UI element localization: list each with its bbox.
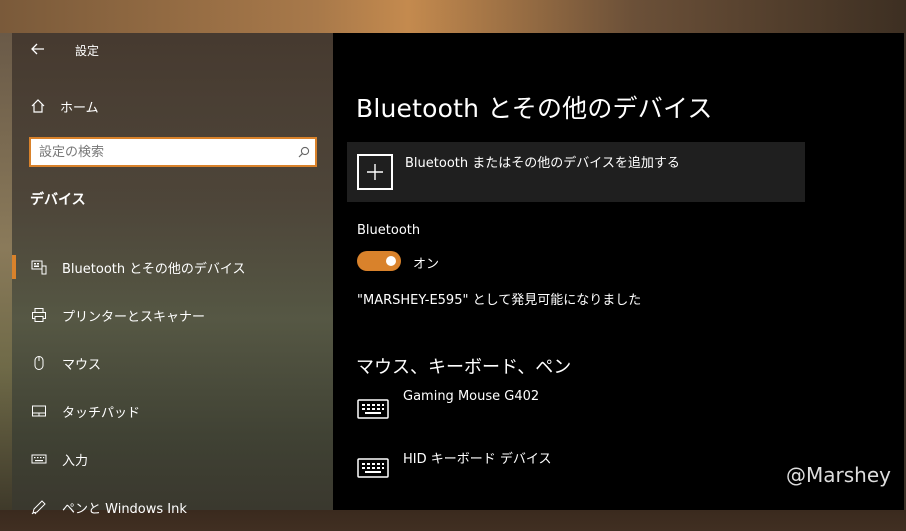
home-icon [31,99,45,113]
back-arrow-icon [31,43,44,55]
keyboard-icon [30,450,48,468]
watermark: @Marshey [786,463,891,487]
search-box[interactable] [29,137,317,167]
sidebar-item-label: 入力 [62,453,89,469]
sidebar-item-label: マウス [62,357,102,373]
search-icon[interactable] [293,146,315,158]
sidebar-item-label: Bluetooth とその他のデバイス [62,261,246,277]
toggle-knob [386,256,396,266]
sidebar-item-label: ホーム [60,100,99,116]
app-title: 設定 [75,44,100,58]
settings-window: 設定 ホーム デバイス [12,33,904,517]
toggle-state-label: オン [413,257,440,272]
sidebar-item-printers[interactable]: プリンターとスキャナー [12,291,333,339]
device-group-title: マウス、キーボード、ペン [356,357,572,378]
discoverable-status: "MARSHEY-E595" として発見可能になりました [357,293,642,308]
mouse-icon [30,354,48,372]
section-title: デバイス [30,192,86,208]
keyboard-icon [357,458,389,478]
desktop-wallpaper-edge [0,33,12,510]
device-item[interactable]: Gaming Mouse G402 [357,389,539,421]
touchpad-icon [30,402,48,420]
sidebar-item-touchpad[interactable]: タッチパッド [12,387,333,435]
page-title: Bluetooth とその他のデバイス [356,94,713,123]
main-content: Bluetooth とその他のデバイス Bluetooth またはその他のデバイ… [333,33,904,510]
search-input[interactable] [31,139,293,165]
title-bar: 設定 [12,33,333,65]
add-device-button[interactable]: Bluetooth またはその他のデバイスを追加する [347,142,805,202]
sidebar-item-mouse[interactable]: マウス [12,339,333,387]
sidebar-item-bluetooth[interactable]: Bluetooth とその他のデバイス [12,243,333,291]
printer-icon [30,306,48,324]
sidebar-item-pen[interactable]: ペンと Windows Ink [12,483,333,531]
pen-icon [30,498,48,516]
device-name: HID キーボード デバイス [403,452,552,467]
device-name: Gaming Mouse G402 [403,389,540,404]
sidebar-item-home[interactable]: ホーム [30,95,99,117]
device-item[interactable]: HID キーボード デバイス [357,448,552,480]
keyboard-icon [357,399,389,419]
bluetooth-label: Bluetooth [357,223,421,238]
sidebar-item-label: ペンと Windows Ink [62,501,187,517]
sidebar-item-label: プリンターとスキャナー [62,309,206,325]
bluetooth-devices-icon [30,258,48,276]
back-button[interactable] [26,39,50,59]
plus-icon [357,154,393,190]
sidebar-nav: Bluetooth とその他のデバイス プリンターとスキャナー マウス タッチパ… [12,243,333,531]
sidebar-item-label: タッチパッド [62,405,141,421]
bluetooth-toggle[interactable] [357,251,401,271]
add-device-label: Bluetooth またはその他のデバイスを追加する [405,156,680,171]
sidebar-item-input[interactable]: 入力 [12,435,333,483]
sidebar: 設定 ホーム デバイス [12,33,333,517]
desktop-wallpaper [0,0,906,33]
